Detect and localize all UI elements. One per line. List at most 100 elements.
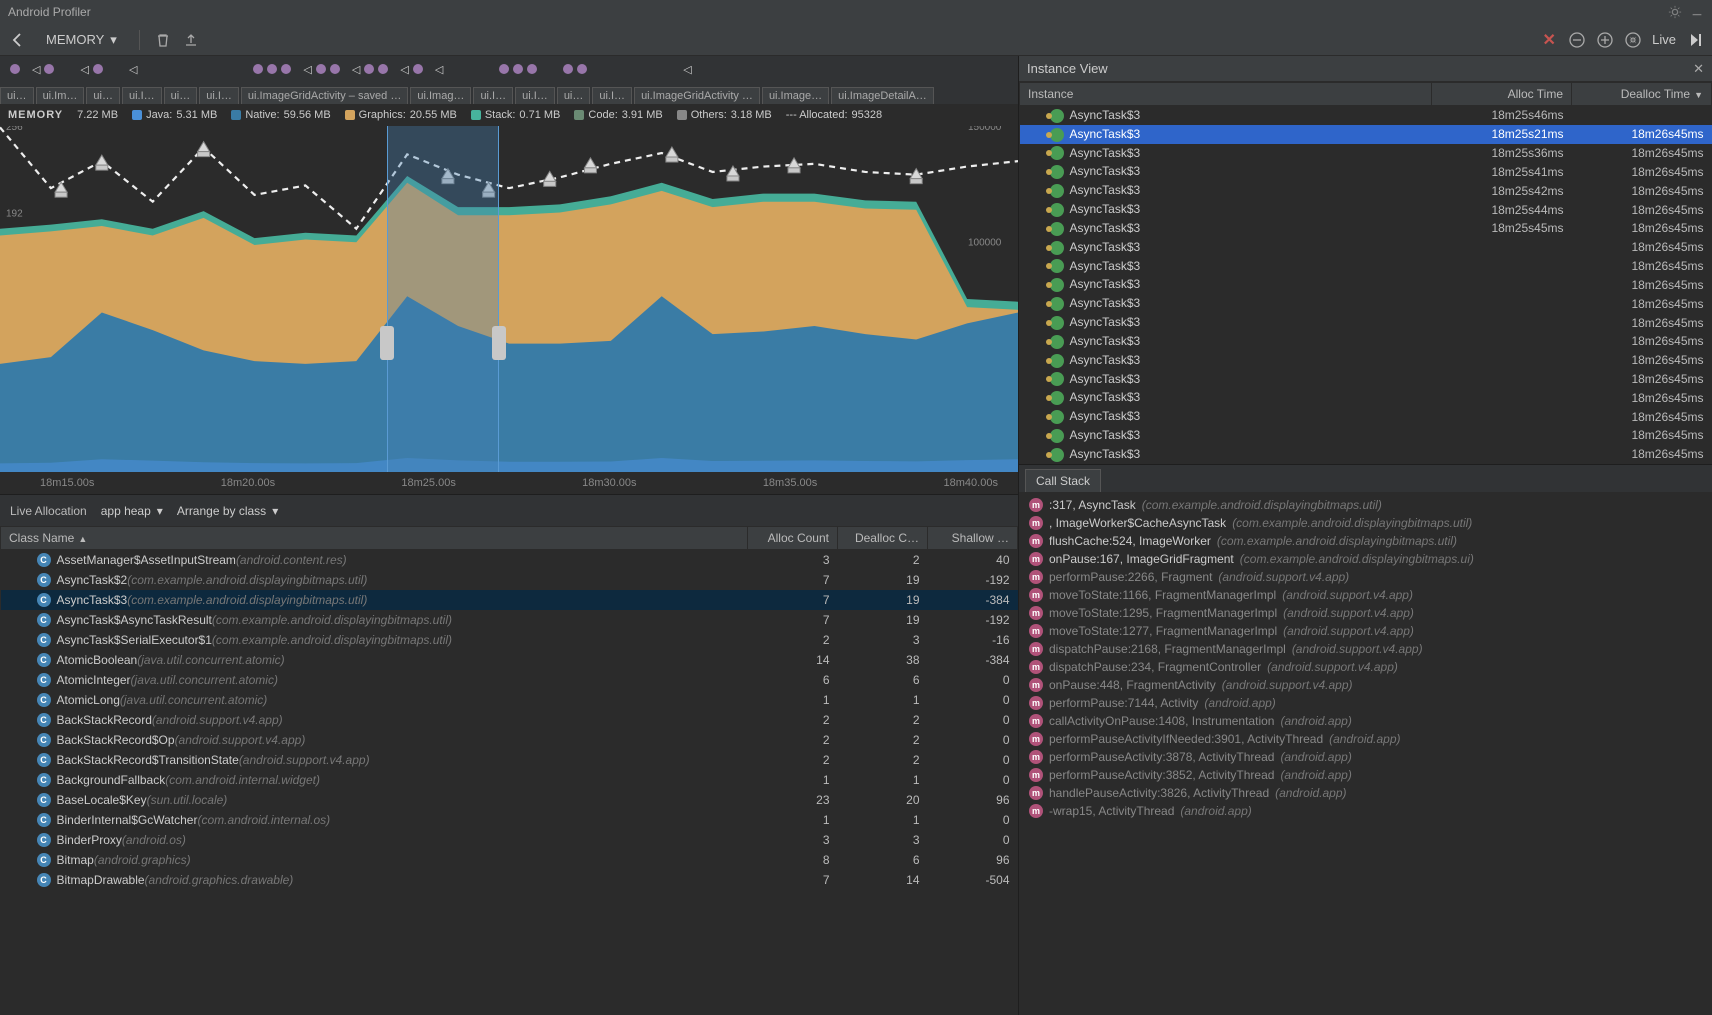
stack-frame[interactable]: , ImageWorker$CacheAsyncTask (com.exampl… [1019,514,1712,532]
selection-handle-left[interactable] [380,326,394,360]
export-icon[interactable] [182,31,200,49]
class-row[interactable]: BackStackRecord (android.support.v4.app)… [1,710,1018,730]
selection-handle-right[interactable] [492,326,506,360]
stack-frame[interactable]: performPauseActivity:3852, ActivityThrea… [1019,766,1712,784]
class-row[interactable]: AsyncTask$3 (com.example.android.display… [1,590,1018,610]
instance-row[interactable]: AsyncTask$318m26s45ms [1020,238,1712,257]
stack-frame[interactable]: performPause:2266, Fragment (android.sup… [1019,568,1712,586]
stack-frame[interactable]: -wrap15, ActivityThread (android.app) [1019,802,1712,820]
activity-tab[interactable]: ui.I… [592,87,632,104]
class-row[interactable]: BinderInternal$GcWatcher (com.android.in… [1,810,1018,830]
activity-tab[interactable]: ui… [557,87,591,104]
class-row[interactable]: BackStackRecord$TransitionState (android… [1,750,1018,770]
instance-row[interactable]: AsyncTask$318m25s21ms18m26s45ms [1020,125,1712,144]
class-table[interactable]: Class Name▲ Alloc Count Dealloc C… Shall… [0,526,1018,1015]
class-row[interactable]: AsyncTask$AsyncTaskResult (com.example.a… [1,610,1018,630]
zoom-in-button[interactable] [1596,31,1614,49]
instance-row[interactable]: AsyncTask$318m26s45ms [1020,388,1712,407]
stack-frame[interactable]: onPause:167, ImageGridFragment (com.exam… [1019,550,1712,568]
heap-dropdown[interactable]: app heap▾ [101,504,163,518]
instance-row[interactable]: AsyncTask$318m26s45ms [1020,294,1712,313]
arrange-dropdown[interactable]: Arrange by class▾ [177,504,278,518]
activity-tab[interactable]: ui… [86,87,120,104]
class-row[interactable]: BackgroundFallback (com.android.internal… [1,770,1018,790]
col-shallow-size[interactable]: Shallow … [928,527,1018,550]
gear-icon[interactable] [1668,5,1682,19]
col-alloc-time[interactable]: Alloc Time [1432,83,1572,106]
stack-frame[interactable]: moveToState:1295, FragmentManagerImpl (a… [1019,604,1712,622]
instance-row[interactable]: AsyncTask$318m26s45ms [1020,313,1712,332]
instance-row[interactable]: AsyncTask$318m25s46ms [1020,106,1712,125]
activity-tab[interactable]: ui.I… [122,87,162,104]
stack-frame[interactable]: performPause:7144, Activity (android.app… [1019,694,1712,712]
instance-row[interactable]: AsyncTask$318m26s45ms [1020,332,1712,351]
minimize-icon[interactable] [1690,5,1704,19]
stack-frame[interactable]: dispatchPause:2168, FragmentManagerImpl … [1019,640,1712,658]
activity-tab[interactable]: ui.Imag… [410,87,471,104]
instance-icon [1050,354,1064,368]
instance-row[interactable]: AsyncTask$318m26s45ms [1020,426,1712,445]
class-row[interactable]: AsyncTask$2 (com.example.android.display… [1,570,1018,590]
event-track[interactable]: ◁ ◁ ◁ ◁ ◁ ◁ ◁ ◁ [0,56,1018,82]
class-row[interactable]: BackStackRecord$Op (android.support.v4.a… [1,730,1018,750]
class-row[interactable]: AssetManager$AssetInputStream (android.c… [1,550,1018,571]
activity-tab[interactable]: ui.I… [473,87,513,104]
zoom-reset-button[interactable] [1624,31,1642,49]
col-dealloc-time[interactable]: Dealloc Time▼ [1572,83,1712,106]
back-button[interactable] [8,30,28,50]
selection-range[interactable] [387,126,499,472]
stack-frame[interactable]: moveToState:1277, FragmentManagerImpl (a… [1019,622,1712,640]
instance-table[interactable]: Instance Alloc Time Dealloc Time▼ AsyncT… [1019,82,1712,464]
tab-call-stack[interactable]: Call Stack [1025,469,1101,492]
stack-frame[interactable]: dispatchPause:234, FragmentController (a… [1019,658,1712,676]
close-session-button[interactable]: ✕ [1540,31,1558,49]
class-row[interactable]: Bitmap (android.graphics)8696 [1,850,1018,870]
instance-row[interactable]: AsyncTask$318m26s45ms [1020,370,1712,389]
activity-tab[interactable]: ui.ImageGridActivity – saved … [241,87,408,104]
activity-tab[interactable]: ui.Im… [36,87,85,104]
instance-row[interactable]: AsyncTask$318m25s44ms18m26s45ms [1020,200,1712,219]
stack-frame[interactable]: :317, AsyncTask (com.example.android.dis… [1019,496,1712,514]
instance-row[interactable]: AsyncTask$318m26s45ms [1020,407,1712,426]
instance-row[interactable]: AsyncTask$318m26s45ms [1020,275,1712,294]
instance-row[interactable]: AsyncTask$318m25s41ms18m26s45ms [1020,162,1712,181]
instance-row[interactable]: AsyncTask$318m25s45ms18m26s45ms [1020,219,1712,238]
memory-chart[interactable]: MEMORY 7.22 MB Java: 5.31 MB Native: 59.… [0,104,1018,494]
class-row[interactable]: AtomicBoolean (java.util.concurrent.atom… [1,650,1018,670]
go-live-button[interactable] [1686,31,1704,49]
activity-tab[interactable]: ui… [164,87,198,104]
stack-frame[interactable]: onPause:448, FragmentActivity (android.s… [1019,676,1712,694]
profiler-type-dropdown[interactable]: MEMORY ▾ [38,30,125,50]
instance-row[interactable]: AsyncTask$318m25s36ms18m26s45ms [1020,144,1712,163]
zoom-out-button[interactable] [1568,31,1586,49]
col-instance[interactable]: Instance [1020,83,1432,106]
class-row[interactable]: AsyncTask$SerialExecutor$1 (com.example.… [1,630,1018,650]
call-stack[interactable]: :317, AsyncTask (com.example.android.dis… [1019,492,1712,1015]
stack-frame[interactable]: callActivityOnPause:1408, Instrumentatio… [1019,712,1712,730]
class-row[interactable]: BinderProxy (android.os)330 [1,830,1018,850]
col-class-name[interactable]: Class Name▲ [1,527,748,550]
instance-row[interactable]: AsyncTask$318m26s45ms [1020,257,1712,276]
stack-frame[interactable]: moveToState:1166, FragmentManagerImpl (a… [1019,586,1712,604]
instance-row[interactable]: AsyncTask$318m25s42ms18m26s45ms [1020,181,1712,200]
activity-tab[interactable]: ui.ImageDetailA… [831,87,934,104]
stack-frame[interactable]: performPauseActivityIfNeeded:3901, Activ… [1019,730,1712,748]
class-row[interactable]: BaseLocale$Key (sun.util.locale)232096 [1,790,1018,810]
activity-tab[interactable]: ui… [0,87,34,104]
instance-row[interactable]: AsyncTask$318m26s45ms [1020,445,1712,464]
class-row[interactable]: AtomicInteger (java.util.concurrent.atom… [1,670,1018,690]
col-dealloc-count[interactable]: Dealloc C… [838,527,928,550]
stack-frame[interactable]: performPauseActivity:3878, ActivityThrea… [1019,748,1712,766]
close-icon[interactable]: ✕ [1693,61,1704,77]
activity-tab[interactable]: ui.Image… [762,87,829,104]
col-alloc-count[interactable]: Alloc Count [748,527,838,550]
class-row[interactable]: BitmapDrawable (android.graphics.drawabl… [1,870,1018,890]
trash-icon[interactable] [154,31,172,49]
stack-frame[interactable]: flushCache:524, ImageWorker (com.example… [1019,532,1712,550]
activity-tab[interactable]: ui.I… [515,87,555,104]
activity-tab[interactable]: ui.I… [199,87,239,104]
activity-tab[interactable]: ui.ImageGridActivity … [634,87,760,104]
instance-row[interactable]: AsyncTask$318m26s45ms [1020,351,1712,370]
class-row[interactable]: AtomicLong (java.util.concurrent.atomic)… [1,690,1018,710]
stack-frame[interactable]: handlePauseActivity:3826, ActivityThread… [1019,784,1712,802]
